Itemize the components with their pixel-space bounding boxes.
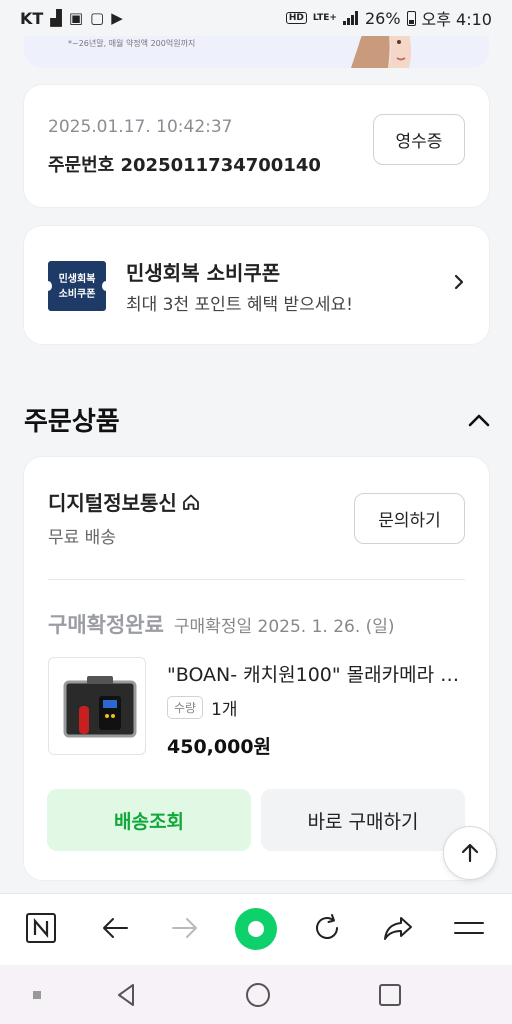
- hd-voice-icon: HD: [285, 12, 307, 24]
- nav-indicator: [22, 980, 52, 1010]
- order-product-card: 디지털정보통신 무료 배송 문의하기 구매확정완료 구매확정일 2025. 1.…: [24, 457, 489, 880]
- coupon-title: 민생회복 소비쿠폰: [126, 261, 281, 285]
- chevron-up-icon[interactable]: [466, 408, 492, 432]
- back-button[interactable]: [95, 908, 135, 948]
- battery-percent: 26%: [364, 8, 401, 28]
- carrier-label: KT: [20, 8, 44, 28]
- nav-recents-button[interactable]: [375, 980, 405, 1010]
- promo-banner[interactable]: *~26년말, 매월 약정액 200억원까지: [24, 34, 489, 68]
- chevron-right-icon[interactable]: [449, 272, 469, 292]
- arrow-up-icon: [461, 843, 479, 863]
- model-image: [351, 34, 412, 68]
- product-price: 450,000원: [167, 736, 272, 758]
- scroll-top-button[interactable]: [443, 826, 497, 880]
- coupon-logo-line1: 민생회복: [58, 274, 96, 285]
- square-recents-icon: [379, 984, 401, 1006]
- menu-button[interactable]: [449, 908, 489, 948]
- lte-label: LTE+: [312, 12, 337, 23]
- order-number: 주문번호 2025011734700140: [48, 155, 321, 176]
- home-icon: [182, 494, 199, 510]
- refresh-button[interactable]: [307, 908, 347, 948]
- coupon-banner-card[interactable]: 민생회복 소비쿠폰 민생회복 소비쿠폰 최대 3천 포인트 혜택 받으세요!: [24, 226, 489, 344]
- product-thumbnail[interactable]: [48, 657, 146, 755]
- shipping-info: 무료 배송: [48, 528, 116, 548]
- arrow-right-icon: [172, 918, 197, 938]
- store-name: 디지털정보통신: [48, 491, 177, 515]
- order-datetime: 2025.01.17. 10:42:37: [48, 117, 233, 137]
- signal-small-icon: ▟: [50, 8, 62, 27]
- naver-n-icon: [26, 913, 56, 943]
- battery-icon: [406, 10, 416, 26]
- order-info-card: 2025.01.17. 10:42:37 주문번호 20250117347001…: [24, 85, 489, 207]
- arrow-left-icon: [103, 918, 128, 938]
- product-name[interactable]: "BOAN- 캐치원100" 몰래카메라 탐지기: [167, 660, 467, 687]
- track-delivery-button[interactable]: 배송조회: [47, 789, 251, 851]
- youtube-icon: ▶: [111, 8, 123, 27]
- confirm-date: 구매확정일 2025. 1. 26. (일): [173, 617, 395, 637]
- status-label: 구매확정완료: [48, 613, 164, 637]
- product-image: [63, 676, 137, 738]
- buy-again-button[interactable]: 바로 구매하기: [261, 789, 465, 851]
- circle-home-icon: [246, 983, 270, 1007]
- system-navigation-bar: [0, 965, 512, 1024]
- refresh-icon: [316, 914, 338, 939]
- forward-button[interactable]: [165, 908, 205, 948]
- nav-back-button[interactable]: [112, 980, 142, 1010]
- share-icon: [384, 917, 412, 940]
- coupon-subtitle: 최대 3천 포인트 혜택 받으세요!: [126, 295, 353, 315]
- quantity-tag: 수량: [167, 696, 204, 719]
- quantity-row: 수량 1개: [167, 695, 238, 720]
- banner-note: *~26년말, 매월 약정액 200억원까지: [68, 39, 196, 48]
- clock: 오후 4:10: [421, 10, 492, 29]
- section-title: 주문상품: [24, 407, 120, 437]
- share-button[interactable]: [378, 908, 418, 948]
- status-bar: KT ▟ ▣ ▢ ▶ HD LTE+ 26% 오후 4:10: [0, 0, 512, 36]
- triangle-back-icon: [118, 984, 134, 1006]
- square-dot-icon: [33, 991, 41, 999]
- signal-icon: [342, 11, 359, 25]
- receipt-button[interactable]: 영수증: [373, 114, 465, 165]
- divider: [48, 579, 465, 580]
- nav-home-button[interactable]: [243, 980, 273, 1010]
- quantity-value: 1개: [211, 700, 238, 720]
- purchase-status: 구매확정완료 구매확정일 2025. 1. 26. (일): [48, 609, 395, 639]
- gallery-icon: ▣: [68, 8, 84, 27]
- naver-home-button[interactable]: [21, 908, 61, 948]
- inquiry-button[interactable]: 문의하기: [354, 493, 465, 544]
- coupon-logo: 민생회복 소비쿠폰: [44, 261, 110, 311]
- message-icon: ▢: [90, 8, 105, 27]
- naver-green-dot-button[interactable]: [235, 908, 277, 950]
- coupon-logo-line2: 소비쿠폰: [58, 289, 96, 300]
- hamburger-menu-icon: [454, 922, 484, 934]
- browser-toolbar: [0, 893, 512, 965]
- store-name-row[interactable]: 디지털정보통신: [48, 487, 201, 516]
